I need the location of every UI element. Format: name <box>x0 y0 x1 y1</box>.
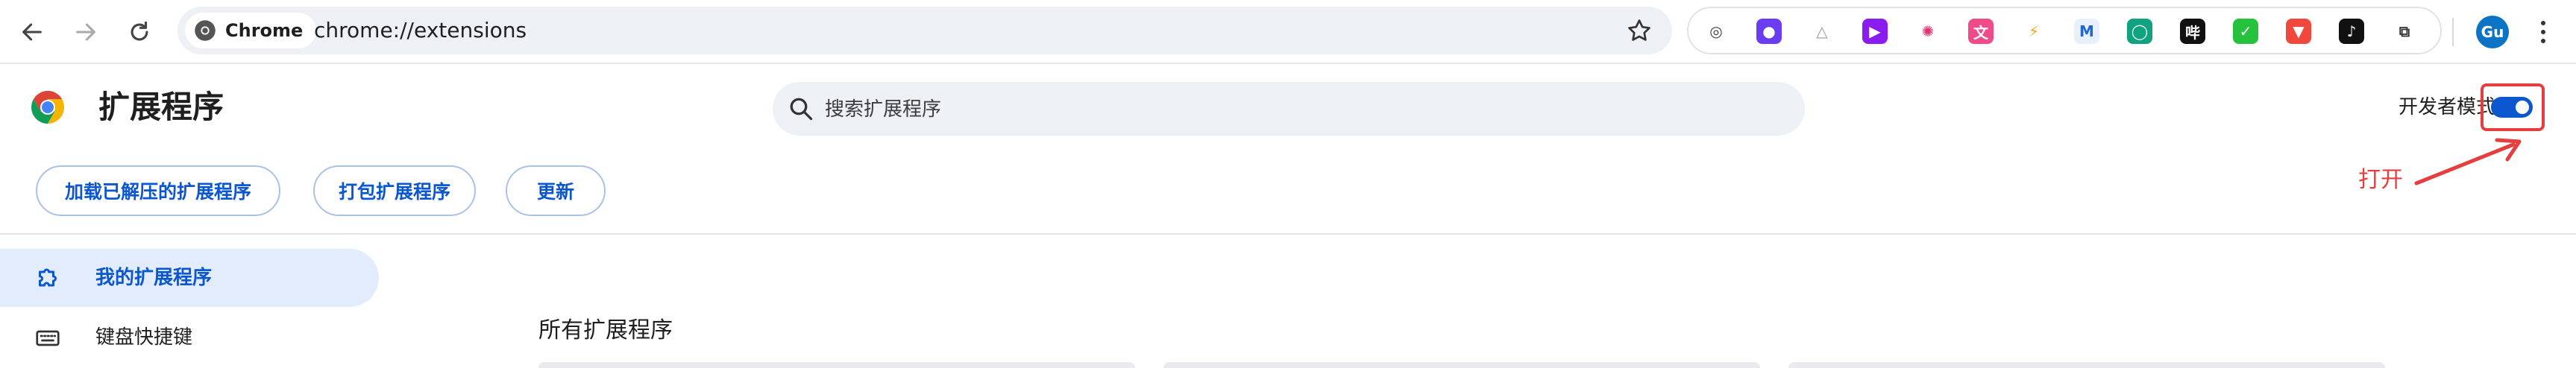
header-divider <box>0 233 2576 235</box>
chip-label: Chrome <box>225 20 304 41</box>
puzzle-icon <box>39 268 57 287</box>
extension-card[interactable] <box>1788 362 2385 368</box>
toggle-knob <box>2516 101 2529 114</box>
sidebar-item-label: 键盘快捷键 <box>95 326 193 349</box>
bolt-icon[interactable]: ⚡ <box>2021 19 2046 44</box>
url-text[interactable]: chrome://extensions <box>314 7 527 54</box>
robot-icon[interactable]: ● <box>1756 19 1782 44</box>
tiktok-icon[interactable]: ♪ <box>2339 19 2364 44</box>
load-unpacked-button[interactable]: 加载已解压的扩展程序 <box>36 165 280 216</box>
search-input[interactable] <box>823 82 1781 137</box>
update-button[interactable]: 更新 <box>506 165 606 216</box>
browser-toolbar: Chrome chrome://extensions ◎ ● △ ▶ ✺ 文 ⚡ M ◯ 哔 ✓ ▼ ♪… <box>0 0 2576 64</box>
bookmark-star-icon[interactable] <box>1626 17 1653 44</box>
chat-bubble-icon[interactable]: ◯ <box>2127 19 2152 44</box>
site-info-chip[interactable]: Chrome <box>185 13 316 48</box>
arrow-left-icon <box>22 23 42 41</box>
brave-lion-icon[interactable]: ▼ <box>2286 19 2311 44</box>
reader-icon[interactable]: 哔 <box>2180 19 2205 44</box>
developer-mode-toggle[interactable] <box>2491 97 2533 118</box>
address-bar[interactable]: Chrome chrome://extensions <box>178 7 1672 54</box>
keyboard-icon <box>36 330 60 346</box>
play-icon[interactable]: ▶ <box>1862 19 1888 44</box>
pack-extension-button[interactable]: 打包扩展程序 <box>313 165 476 216</box>
sound-icon[interactable]: ◎ <box>1703 19 1729 44</box>
sidebar-item-label: 我的扩展程序 <box>95 267 213 289</box>
section-title: 所有扩展程序 <box>538 317 673 343</box>
triangle-logo-icon[interactable]: △ <box>1809 19 1835 44</box>
arrow-right-icon <box>76 23 95 41</box>
annotation-arrow-icon <box>2414 138 2522 185</box>
sidebar-item-my-extensions[interactable]: 我的扩展程序 <box>0 249 379 307</box>
openai-icon[interactable]: ✺ <box>1915 19 1941 44</box>
search-icon <box>790 98 813 121</box>
developer-mode-highlight <box>2481 83 2545 131</box>
browser-menu-icon[interactable] <box>2534 13 2552 51</box>
forward-button[interactable] <box>66 12 106 52</box>
reload-icon <box>131 21 148 41</box>
search-bar[interactable] <box>773 82 1805 137</box>
checkmark-icon[interactable]: ✓ <box>2233 19 2258 44</box>
sidebar-item-keyboard-shortcuts[interactable]: 键盘快捷键 <box>0 308 379 367</box>
chrome-logo-icon <box>31 91 64 124</box>
markdown-icon[interactable]: M <box>2074 19 2099 44</box>
reload-button[interactable] <box>119 12 160 52</box>
annotation-label: 打开 <box>2358 167 2403 193</box>
chrome-logo-icon <box>195 20 216 41</box>
extensions-toolbar: ◎ ● △ ▶ ✺ 文 ⚡ M ◯ 哔 ✓ ▼ ♪ ⧉ <box>1687 7 2442 54</box>
translate-icon[interactable]: 文 <box>1968 19 1994 44</box>
profile-avatar[interactable]: Gu <box>2476 16 2509 48</box>
extension-card[interactable] <box>538 362 1135 368</box>
puzzle-icon[interactable]: ⧉ <box>2392 19 2417 44</box>
extension-card[interactable] <box>1163 362 1760 368</box>
back-button[interactable] <box>12 12 52 52</box>
page-title: 扩展程序 <box>98 89 224 125</box>
toolbar-divider <box>2452 18 2454 46</box>
